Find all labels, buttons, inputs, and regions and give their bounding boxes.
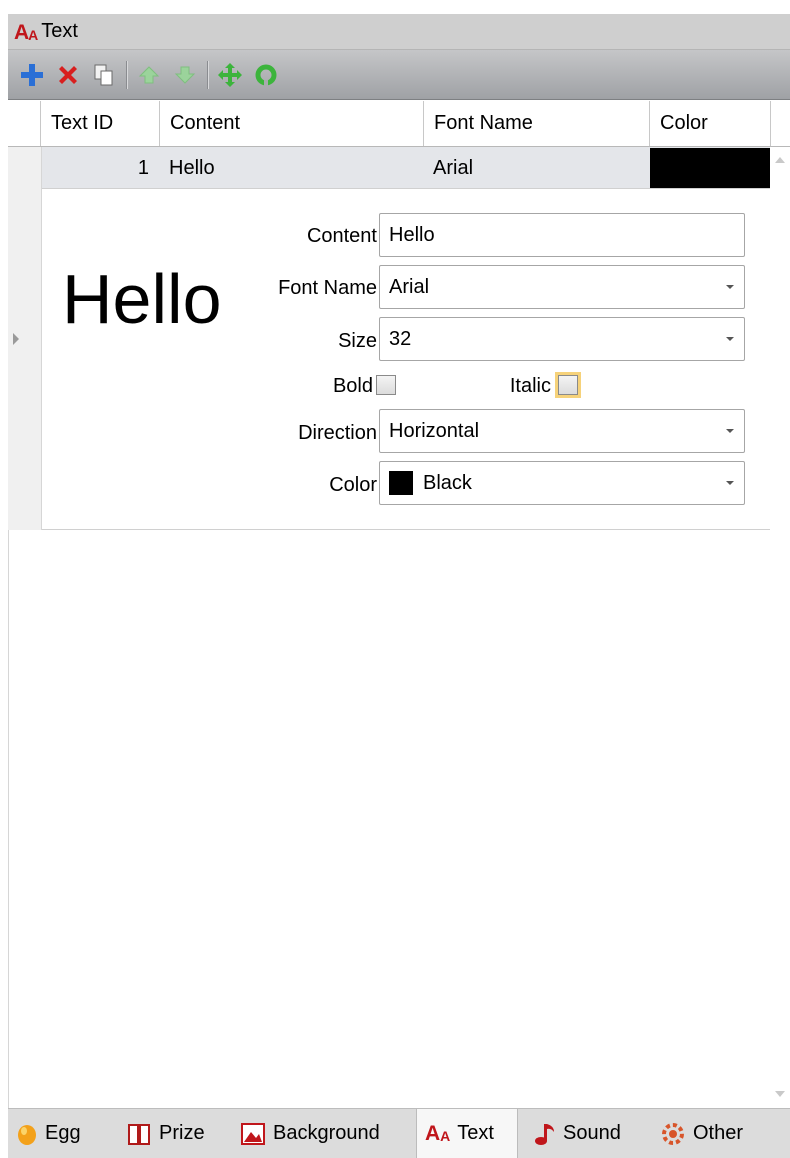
move-down-button[interactable] bbox=[171, 58, 199, 92]
table-row[interactable]: 1 Hello Arial bbox=[42, 147, 770, 189]
delete-button[interactable] bbox=[54, 58, 82, 92]
bold-checkbox[interactable] bbox=[376, 375, 396, 395]
grid-left-border bbox=[8, 530, 9, 1108]
add-button[interactable] bbox=[18, 58, 46, 92]
move-down-icon bbox=[174, 66, 196, 84]
copy-icon bbox=[94, 64, 113, 85]
column-header-font-name[interactable]: Font Name bbox=[423, 101, 649, 146]
toolbar-separator bbox=[126, 60, 127, 89]
text-icon: AA bbox=[425, 1121, 451, 1145]
color-label: Color bbox=[329, 474, 377, 496]
chevron-down-icon bbox=[726, 481, 734, 485]
tab-label: Background bbox=[273, 1122, 380, 1144]
italic-checkbox[interactable] bbox=[558, 375, 578, 395]
cell-content: Hello bbox=[169, 156, 215, 179]
text-icon: AA bbox=[14, 20, 39, 44]
delete-icon bbox=[59, 65, 77, 84]
other-icon bbox=[660, 1121, 686, 1147]
color-swatch bbox=[389, 471, 413, 495]
panel-title-bar: AA Text bbox=[8, 14, 790, 50]
tab-prize[interactable]: Prize bbox=[126, 1109, 205, 1158]
add-icon bbox=[21, 63, 43, 86]
move-up-icon bbox=[138, 65, 160, 83]
direction-value: Horizontal bbox=[389, 419, 480, 442]
bottom-tab-bar: Egg Prize Background AA Text Sound Other bbox=[8, 1108, 790, 1158]
toolbar-separator bbox=[207, 60, 208, 89]
sound-icon bbox=[534, 1121, 556, 1147]
chevron-down-icon bbox=[726, 285, 734, 289]
tab-text[interactable]: AA Text bbox=[416, 1109, 518, 1158]
direction-select[interactable]: Horizontal bbox=[379, 409, 745, 453]
column-header-color[interactable]: Color bbox=[649, 101, 771, 146]
tab-other[interactable]: Other bbox=[660, 1109, 743, 1158]
cell-text-id: 1 bbox=[137, 156, 149, 179]
scroll-up-icon[interactable] bbox=[775, 157, 785, 163]
row-expand-icon[interactable] bbox=[13, 333, 19, 345]
tab-sound[interactable]: Sound bbox=[534, 1109, 621, 1158]
color-value: Black bbox=[423, 471, 472, 494]
chevron-down-icon bbox=[726, 337, 734, 341]
move-icon bbox=[218, 62, 242, 87]
refresh-button[interactable] bbox=[252, 58, 280, 92]
egg-icon bbox=[16, 1122, 38, 1146]
content-field[interactable]: Hello bbox=[379, 213, 745, 257]
column-header-content[interactable]: Content bbox=[159, 101, 423, 146]
tab-egg[interactable]: Egg bbox=[16, 1109, 81, 1158]
content-label: Content bbox=[306, 225, 377, 247]
background-icon bbox=[240, 1122, 266, 1146]
font-name-select[interactable]: Arial bbox=[379, 265, 745, 309]
grid-header: Text ID Content Font Name Color bbox=[8, 101, 790, 147]
vertical-scrollbar[interactable] bbox=[770, 147, 790, 1107]
tab-label: Other bbox=[693, 1122, 744, 1144]
move-up-button[interactable] bbox=[135, 58, 163, 92]
scroll-down-icon[interactable] bbox=[775, 1091, 785, 1097]
size-label: Size bbox=[338, 330, 377, 352]
color-select[interactable]: Black bbox=[379, 461, 745, 505]
size-select[interactable]: 32 bbox=[379, 317, 745, 361]
direction-label: Direction bbox=[298, 422, 377, 444]
cell-font-name: Arial bbox=[433, 156, 474, 179]
refresh-icon bbox=[255, 64, 277, 86]
copy-button[interactable] bbox=[90, 58, 118, 92]
tab-label: Sound bbox=[563, 1122, 621, 1144]
font-name-value: Arial bbox=[389, 275, 430, 298]
column-header-text-id[interactable]: Text ID bbox=[40, 101, 159, 146]
bold-label: Bold bbox=[332, 375, 373, 397]
tab-label: Egg bbox=[45, 1122, 81, 1144]
cell-color-swatch bbox=[650, 148, 770, 188]
move-button[interactable] bbox=[216, 58, 244, 92]
prize-icon bbox=[126, 1122, 152, 1146]
tab-label: Text bbox=[457, 1122, 494, 1144]
italic-label: Italic bbox=[509, 375, 551, 397]
toolbar bbox=[8, 50, 790, 100]
chevron-down-icon bbox=[726, 429, 734, 433]
panel-title: Text bbox=[41, 20, 78, 42]
tab-label: Prize bbox=[159, 1122, 205, 1144]
text-preview: Hello bbox=[62, 260, 222, 338]
row-details-panel: Hello Content Hello Font Name Arial Size… bbox=[42, 189, 770, 530]
tab-background[interactable]: Background bbox=[240, 1109, 380, 1158]
font-name-label: Font Name bbox=[278, 277, 377, 299]
content-value: Hello bbox=[389, 223, 435, 246]
size-value: 32 bbox=[389, 327, 412, 350]
